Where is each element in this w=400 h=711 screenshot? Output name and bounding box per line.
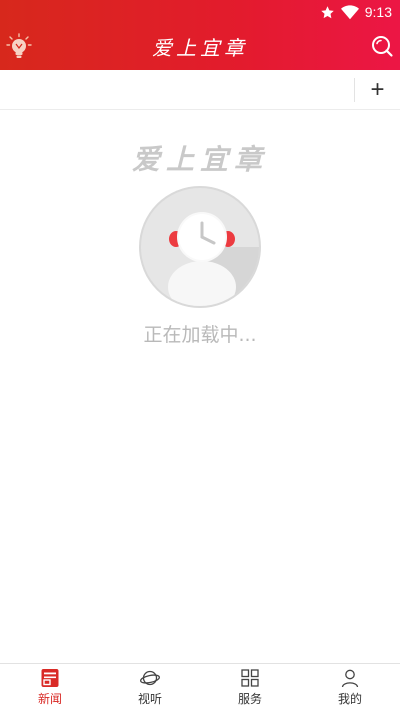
- channel-bar: +: [0, 70, 400, 110]
- nav-label: 服务: [237, 692, 262, 706]
- grid-icon: [241, 669, 259, 687]
- add-channel-button[interactable]: +: [355, 70, 400, 110]
- news-icon: [41, 669, 59, 687]
- nav-label: 我的: [337, 692, 362, 706]
- robot-clock-icon: [139, 186, 261, 308]
- status-time: 9:13: [364, 4, 392, 20]
- status-icons: 9:13: [320, 3, 392, 21]
- user-icon: [341, 669, 359, 688]
- bottom-nav: 新闻 视听 服务 我的: [0, 663, 400, 711]
- nav-label: 新闻: [37, 692, 62, 706]
- nav-item-news[interactable]: 新闻: [0, 664, 100, 711]
- app-title: 爱上宜章: [152, 36, 248, 60]
- loading-area: 爱上宜章 正在加载中...: [0, 110, 400, 663]
- app-bar: 爱上宜章: [0, 24, 400, 70]
- search-icon: [372, 36, 393, 57]
- wifi-icon: [340, 4, 359, 19]
- search-button[interactable]: [370, 34, 394, 58]
- nav-item-profile[interactable]: 我的: [300, 664, 400, 711]
- nav-label: 视听: [137, 692, 162, 706]
- nav-item-media[interactable]: 视听: [100, 664, 200, 711]
- watermark-logo: 爱上宜章: [131, 143, 268, 176]
- nav-item-services[interactable]: 服务: [200, 664, 300, 711]
- loading-text: 正在加载中...: [143, 324, 257, 346]
- loading-mascot: [138, 185, 262, 309]
- status-bar: 9:13: [0, 0, 400, 24]
- planet-icon: [140, 670, 160, 686]
- star-icon: [321, 5, 334, 18]
